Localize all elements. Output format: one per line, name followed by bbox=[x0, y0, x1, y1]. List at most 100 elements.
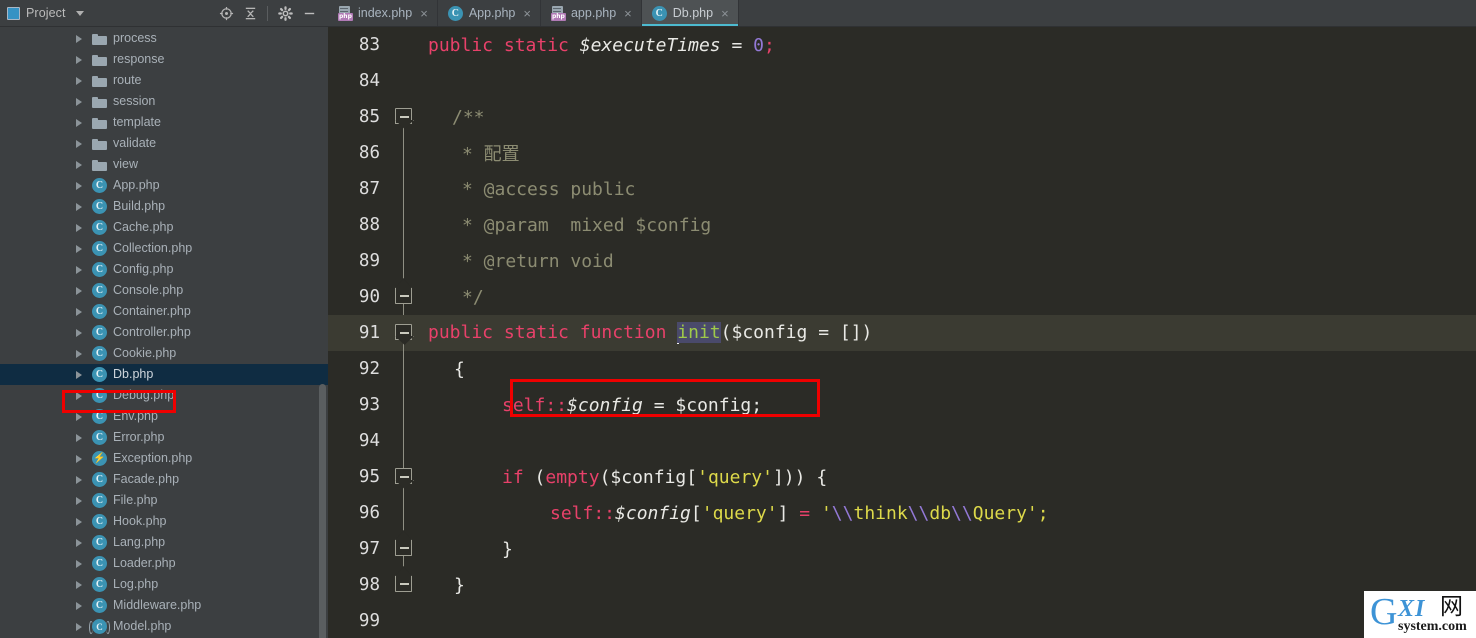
close-icon[interactable]: × bbox=[523, 7, 531, 20]
expand-arrow-icon[interactable] bbox=[76, 370, 82, 379]
tab-index-php[interactable]: php index.php × bbox=[328, 0, 438, 26]
expand-arrow-icon[interactable] bbox=[76, 391, 82, 400]
tree-item-process[interactable]: process bbox=[0, 28, 328, 49]
expand-arrow-icon[interactable] bbox=[76, 412, 82, 421]
tree-item-app-php[interactable]: C App.php bbox=[0, 175, 328, 196]
tree-item-cookie-php[interactable]: C Cookie.php bbox=[0, 343, 328, 364]
expand-arrow-icon[interactable] bbox=[76, 55, 82, 64]
expand-arrow-icon[interactable] bbox=[76, 139, 82, 148]
code-line-current[interactable]: 91 public static function init($config =… bbox=[328, 315, 1476, 351]
tab-app-php-class[interactable]: C App.php × bbox=[437, 0, 541, 26]
tree-item-session[interactable]: session bbox=[0, 91, 328, 112]
number-token: 0 bbox=[753, 34, 765, 56]
project-title-group[interactable]: Project bbox=[7, 6, 84, 20]
tree-item-container-php[interactable]: C Container.php bbox=[0, 301, 328, 322]
tree-item-controller-php[interactable]: C Controller.php bbox=[0, 322, 328, 343]
tree-item-loader-php[interactable]: C Loader.php bbox=[0, 553, 328, 574]
code-line[interactable]: 88 * @param mixed $config bbox=[328, 207, 1476, 243]
expand-arrow-icon[interactable] bbox=[76, 559, 82, 568]
fold-marker-icon[interactable] bbox=[395, 108, 412, 124]
tree-item-build-php[interactable]: C Build.php bbox=[0, 196, 328, 217]
chevron-down-icon[interactable] bbox=[75, 10, 84, 16]
expand-arrow-icon[interactable] bbox=[76, 517, 82, 526]
expand-arrow-icon[interactable] bbox=[76, 160, 82, 169]
expand-arrow-icon[interactable] bbox=[76, 475, 82, 484]
code-line[interactable]: 85 /** bbox=[328, 99, 1476, 135]
close-icon[interactable]: × bbox=[721, 7, 729, 20]
code-line[interactable]: 99 bbox=[328, 603, 1476, 638]
code-line[interactable]: 87 * @access public bbox=[328, 171, 1476, 207]
tree-item-log-php[interactable]: C Log.php bbox=[0, 574, 328, 595]
code-line[interactable]: 93 self::$config = $config; bbox=[328, 387, 1476, 423]
tree-item-facade-php[interactable]: C Facade.php bbox=[0, 469, 328, 490]
expand-arrow-icon[interactable] bbox=[76, 202, 82, 211]
tab-app-php[interactable]: php app.php × bbox=[540, 0, 642, 26]
expand-arrow-icon[interactable] bbox=[76, 307, 82, 316]
code-line[interactable]: 97 } bbox=[328, 530, 1476, 567]
minimize-icon[interactable] bbox=[297, 2, 321, 24]
tree-item-response[interactable]: response bbox=[0, 49, 328, 70]
tree-item-console-php[interactable]: C Console.php bbox=[0, 280, 328, 301]
string-token: db bbox=[929, 502, 952, 524]
code-editor[interactable]: 83 public static $executeTimes = 0; 84 8… bbox=[328, 27, 1476, 638]
expand-arrow-icon[interactable] bbox=[76, 76, 82, 85]
tree-item-route[interactable]: route bbox=[0, 70, 328, 91]
tree-item-config-php[interactable]: C Config.php bbox=[0, 259, 328, 280]
code-line[interactable]: 84 bbox=[328, 63, 1476, 99]
tree-item-exception-php[interactable]: ⚡ Exception.php bbox=[0, 448, 328, 469]
tree-item-model-php[interactable]: C Model.php bbox=[0, 616, 328, 637]
code-line[interactable]: 96 self::$config['query'] = '\\think\\db… bbox=[328, 495, 1476, 531]
close-icon[interactable]: × bbox=[624, 7, 632, 20]
code-line[interactable]: 95 if (empty($config['query'])) { bbox=[328, 459, 1476, 495]
tree-item-validate[interactable]: validate bbox=[0, 133, 328, 154]
expand-arrow-icon[interactable] bbox=[76, 622, 82, 631]
expand-arrow-icon[interactable] bbox=[76, 97, 82, 106]
tree-item-lang-php[interactable]: C Lang.php bbox=[0, 532, 328, 553]
tab-db-php[interactable]: C Db.php × bbox=[641, 0, 739, 26]
expand-arrow-icon[interactable] bbox=[76, 538, 82, 547]
expand-arrow-icon[interactable] bbox=[76, 328, 82, 337]
gear-icon[interactable] bbox=[273, 2, 297, 24]
expand-arrow-icon[interactable] bbox=[76, 223, 82, 232]
tree-item-db-php[interactable]: C Db.php bbox=[0, 364, 328, 385]
expand-arrow-icon[interactable] bbox=[76, 181, 82, 190]
tree-item-hook-php[interactable]: C Hook.php bbox=[0, 511, 328, 532]
collapse-all-icon[interactable] bbox=[238, 2, 262, 24]
expand-arrow-icon[interactable] bbox=[76, 580, 82, 589]
tree-item-env-php[interactable]: C Env.php bbox=[0, 406, 328, 427]
tree-item-debug-php[interactable]: C Debug.php bbox=[0, 385, 328, 406]
expand-arrow-icon[interactable] bbox=[76, 433, 82, 442]
expand-arrow-icon[interactable] bbox=[76, 265, 82, 274]
code-line[interactable]: 86 * 配置 bbox=[328, 135, 1476, 171]
tree-item-file-php[interactable]: C File.php bbox=[0, 490, 328, 511]
code-line[interactable]: 94 bbox=[328, 423, 1476, 459]
tree-item-view[interactable]: view bbox=[0, 154, 328, 175]
tree-item-collection-php[interactable]: C Collection.php bbox=[0, 238, 328, 259]
expand-arrow-icon[interactable] bbox=[76, 349, 82, 358]
tree-item-template[interactable]: template bbox=[0, 112, 328, 133]
code-line[interactable]: 90 */ bbox=[328, 278, 1476, 315]
code-line[interactable]: 98 } bbox=[328, 566, 1476, 603]
expand-arrow-icon[interactable] bbox=[76, 244, 82, 253]
fold-marker-icon[interactable] bbox=[395, 468, 412, 484]
expand-arrow-icon[interactable] bbox=[76, 454, 82, 463]
tree-item-cache-php[interactable]: C Cache.php bbox=[0, 217, 328, 238]
expand-arrow-icon[interactable] bbox=[76, 601, 82, 610]
tab-label: App.php bbox=[468, 6, 516, 20]
code-line[interactable]: 89 * @return void bbox=[328, 243, 1476, 279]
code-line[interactable]: 92 { bbox=[328, 351, 1476, 387]
expand-arrow-icon[interactable] bbox=[76, 286, 82, 295]
fold-marker-icon[interactable] bbox=[395, 278, 412, 304]
code-line[interactable]: 83 public static $executeTimes = 0; bbox=[328, 27, 1476, 63]
fold-marker-icon[interactable] bbox=[395, 566, 412, 592]
tree-item-error-php[interactable]: C Error.php bbox=[0, 427, 328, 448]
expand-arrow-icon[interactable] bbox=[76, 496, 82, 505]
fold-marker-icon[interactable] bbox=[395, 530, 412, 556]
tree-item-middleware-php[interactable]: C Middleware.php bbox=[0, 595, 328, 616]
locate-target-icon[interactable] bbox=[214, 2, 238, 24]
close-icon[interactable]: × bbox=[420, 7, 428, 20]
expand-arrow-icon[interactable] bbox=[76, 118, 82, 127]
sidebar-scrollbar[interactable] bbox=[319, 384, 326, 638]
fold-marker-icon[interactable] bbox=[395, 324, 412, 340]
expand-arrow-icon[interactable] bbox=[76, 34, 82, 43]
